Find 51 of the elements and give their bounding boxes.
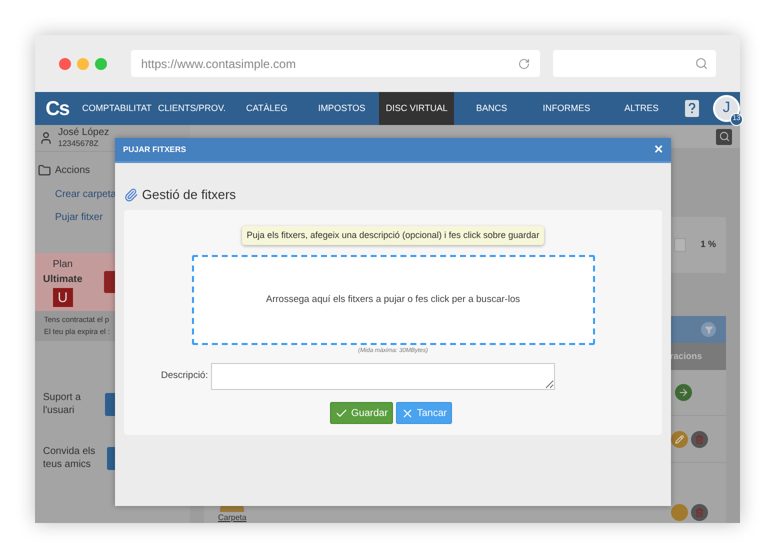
- close-button[interactable]: ×: [654, 142, 663, 157]
- delete-button[interactable]: [691, 504, 708, 521]
- trash-icon: [695, 434, 704, 444]
- progress-field: [674, 238, 686, 252]
- reload-icon[interactable]: [518, 58, 530, 70]
- folder-icon: [38, 164, 51, 177]
- dialog-title: PUJAR FITXERS: [123, 144, 186, 156]
- description-field[interactable]: [211, 363, 555, 390]
- filter-icon: [704, 326, 712, 334]
- plan-label: Plan: [52, 258, 73, 272]
- dialog-heading: Gestió de fitxers: [142, 186, 236, 204]
- nav-tab[interactable]: COMPTABILITAT: [79, 92, 154, 125]
- nav-tab[interactable]: CATÀLEG: [229, 92, 304, 125]
- search-icon: [718, 131, 730, 142]
- arrow-right-icon: [678, 387, 689, 398]
- check-icon: [335, 406, 348, 420]
- dropzone-text: Arrossega aquí els fitxers a pujar o fes click per a buscar-los: [266, 292, 520, 307]
- user-id: 12345678Z: [58, 138, 100, 149]
- search-icon: [695, 57, 708, 70]
- actions-title: Accions: [55, 164, 90, 178]
- nav-tab[interactable]: CLIENTS/PROV.: [154, 92, 230, 125]
- url-text: https://www.contasimple.com: [141, 56, 296, 72]
- hint-tooltip: Puja els fitxers, afegeix una descripció (opcional) i fes click sobre guardar: [242, 226, 544, 245]
- logo[interactable]: Cs: [35, 92, 80, 125]
- plan-badge: U: [52, 288, 73, 307]
- pencil-icon: [675, 434, 684, 444]
- invite-label: Convida els teus amics: [43, 445, 96, 471]
- support-label: Suport a l'usuari: [43, 391, 82, 417]
- paperclip-icon: [124, 188, 138, 202]
- address-bar[interactable]: https://www.contasimple.com: [131, 50, 540, 77]
- delete-button[interactable]: [691, 430, 708, 448]
- close-icon: [400, 406, 414, 420]
- filter-button[interactable]: [701, 322, 716, 337]
- nav-tab[interactable]: IMPOSTOS: [304, 92, 380, 125]
- trash-icon: [695, 508, 704, 517]
- nav-tab[interactable]: ALTRES: [604, 92, 679, 125]
- folder-label[interactable]: Carpeta: [218, 512, 246, 524]
- percent-text: 1 %: [700, 238, 716, 252]
- dropzone[interactable]: Arrossega aquí els fitxers a pujar o fes click per a buscar-los: [192, 255, 594, 345]
- user-name: José López: [58, 127, 110, 138]
- column-header: racions: [670, 350, 702, 363]
- go-button[interactable]: [675, 384, 692, 401]
- search-button[interactable]: [716, 128, 732, 145]
- user-icon: [39, 131, 53, 145]
- nav-tab[interactable]: BANCS: [454, 92, 530, 125]
- nav-tab[interactable]: DISC VIRTUAL: [379, 92, 454, 125]
- description-label: Descripció:: [161, 369, 208, 384]
- nav-tab[interactable]: INFORMES: [529, 92, 604, 125]
- search-field[interactable]: [553, 50, 716, 77]
- help-icon[interactable]: [685, 100, 699, 117]
- plan-name: Ultimate: [43, 273, 82, 287]
